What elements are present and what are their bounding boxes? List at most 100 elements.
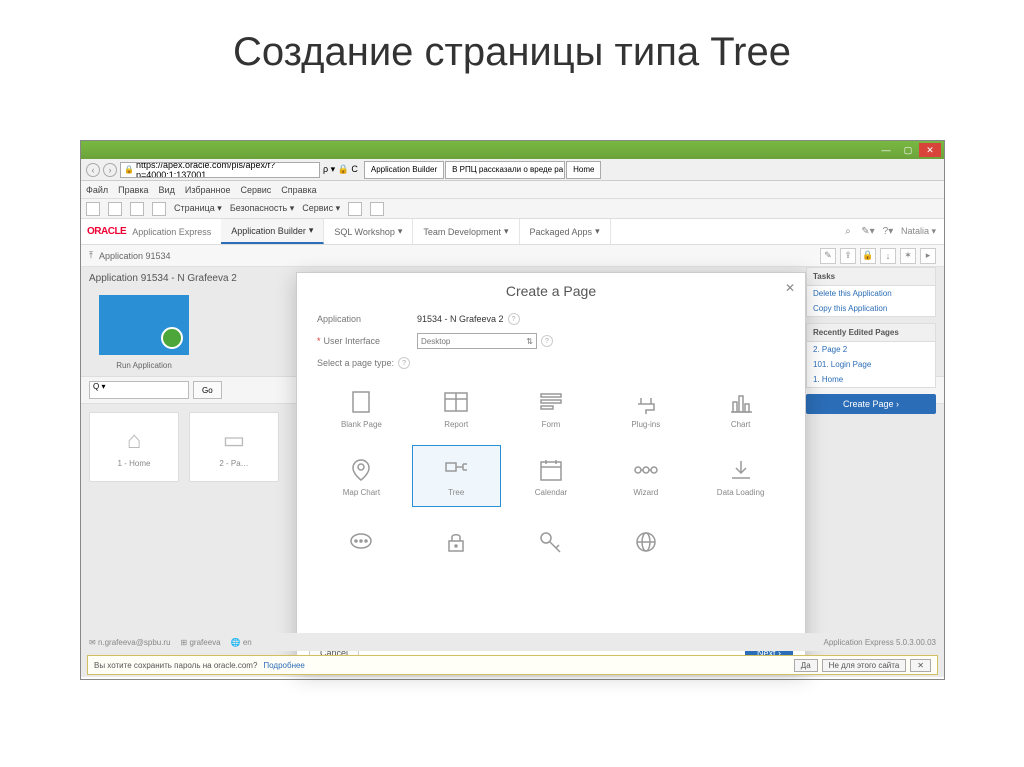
up-icon[interactable]: ⤒ <box>89 250 93 261</box>
create-page-button[interactable]: Create Page › <box>806 394 936 414</box>
toolbar-security[interactable]: Безопасность ▾ <box>230 203 294 214</box>
page-type-label: Data Loading <box>717 488 765 497</box>
feeds-icon[interactable] <box>108 202 122 216</box>
delete-application-link[interactable]: Delete this Application <box>807 286 935 301</box>
login-page-icon <box>441 528 471 556</box>
browser-tab[interactable]: Application Builder <box>364 161 444 179</box>
page-type-label: Tree <box>448 488 464 497</box>
close-button[interactable]: ✕ <box>919 143 941 157</box>
admin-icon[interactable]: ✎▾ <box>861 225 875 239</box>
prompt-no-button[interactable]: Не для этого сайта <box>822 659 907 672</box>
menu-help[interactable]: Справка <box>281 185 316 195</box>
page-type-calendar[interactable]: Calendar <box>507 445 596 507</box>
prompt-details-link[interactable]: Подробнее <box>263 661 305 670</box>
apex-footer: ✉ n.grafeeva@spbu.ru ⊞ grafeeva 🌐 en App… <box>81 633 944 651</box>
page-type-blank-page[interactable]: Blank Page <box>317 377 406 439</box>
recent-page-link[interactable]: 101. Login Page <box>807 357 935 372</box>
tab-sql-workshop[interactable]: SQL Workshop▾ <box>324 219 413 244</box>
page-type-data-loading[interactable]: Data Loading <box>696 445 785 507</box>
edit-icon[interactable]: ✎ <box>820 248 836 264</box>
mail-icon[interactable] <box>130 202 144 216</box>
map-chart-icon <box>346 456 376 484</box>
home-icon: ⌂ <box>127 427 142 455</box>
oracle-logo: ORACLE <box>81 226 132 237</box>
recent-page-link[interactable]: 1. Home <box>807 372 935 387</box>
page-type-map-chart[interactable]: Map Chart <box>317 445 406 507</box>
forward-button[interactable]: › <box>103 163 117 177</box>
breadcrumb-text[interactable]: Application 91534 <box>99 251 171 261</box>
help-icon[interactable]: ?▾ <box>881 225 895 239</box>
tasks-header: Tasks <box>807 268 935 286</box>
share-icon[interactable]: ⇪ <box>840 248 856 264</box>
page-type-feedback-page[interactable] <box>317 513 406 575</box>
minimize-button[interactable]: — <box>875 143 897 157</box>
recent-pages-header: Recently Edited Pages <box>807 324 935 342</box>
toolbar-extra-icon[interactable] <box>370 202 384 216</box>
page-card-2[interactable]: ▭ 2 - Pa… <box>189 412 279 482</box>
maximize-button[interactable]: ▢ <box>897 143 919 157</box>
menu-file[interactable]: Файл <box>86 185 108 195</box>
page-type-plug-ins[interactable]: Plug-ins <box>601 377 690 439</box>
dialog-title: Create a Page ✕ <box>297 273 805 309</box>
tab-app-builder[interactable]: Application Builder▾ <box>221 219 324 244</box>
tab-team-dev[interactable]: Team Development▾ <box>413 219 519 244</box>
url-input[interactable]: 🔒 https://apex.oracle.com/pls/apex/f?p=4… <box>120 162 320 178</box>
go-button[interactable]: Go <box>193 381 222 399</box>
menu-favorites[interactable]: Избранное <box>185 185 231 195</box>
browser-tab[interactable]: Home <box>566 161 601 179</box>
export-icon[interactable]: ↓ <box>880 248 896 264</box>
right-sidebar: Tasks Delete this Application Copy this … <box>806 267 936 414</box>
run-icon[interactable]: ▸ <box>920 248 936 264</box>
wizard-icon <box>631 456 661 484</box>
menu-tools[interactable]: Сервис <box>240 185 271 195</box>
application-value: 91534 - N Grafeeva 2 <box>417 314 504 324</box>
user-interface-select[interactable]: Desktop⇅ <box>417 333 537 349</box>
url-text: https://apex.oracle.com/pls/apex/f?p=400… <box>136 162 316 178</box>
page-type-label: Calendar <box>535 488 567 497</box>
search-icon[interactable]: ⌕ <box>841 225 855 239</box>
page-card-label: 2 - Pa… <box>219 459 248 468</box>
copy-application-link[interactable]: Copy this Application <box>807 301 935 316</box>
run-application-card[interactable]: Run Application <box>89 295 199 370</box>
page-type-global-page[interactable] <box>601 513 690 575</box>
search-hint: ρ ▾ 🔒 C <box>323 164 358 175</box>
menu-edit[interactable]: Правка <box>118 185 148 195</box>
user-menu[interactable]: Natalia ▾ <box>901 226 936 237</box>
tree-icon <box>441 456 471 484</box>
page-type-login-page[interactable] <box>412 513 501 575</box>
help-icon[interactable]: ? <box>541 335 553 347</box>
page-type-chart[interactable]: Chart <box>696 377 785 439</box>
lock-icon[interactable]: 🔒 <box>860 248 876 264</box>
print-icon[interactable] <box>152 202 166 216</box>
page-type-report[interactable]: Report <box>412 377 501 439</box>
home-icon[interactable] <box>86 202 100 216</box>
prompt-yes-button[interactable]: Да <box>794 659 818 672</box>
menu-view[interactable]: Вид <box>159 185 175 195</box>
application-label: Application <box>317 314 417 324</box>
select-page-type-label: Select a page type: <box>317 358 394 368</box>
tab-packaged-apps[interactable]: Packaged Apps▾ <box>520 219 611 244</box>
data-loading-icon <box>726 456 756 484</box>
page-type-wizard[interactable]: Wizard <box>601 445 690 507</box>
help-icon[interactable] <box>348 202 362 216</box>
page-icon: ▭ <box>223 426 246 455</box>
toolbar-service[interactable]: Сервис ▾ <box>302 203 340 214</box>
help-icon[interactable]: ? <box>508 313 520 325</box>
plug-ins-icon <box>631 388 661 416</box>
recent-page-link[interactable]: 2. Page 2 <box>807 342 935 357</box>
prompt-close-icon[interactable]: ✕ <box>910 659 931 672</box>
bug-icon[interactable]: ✶ <box>900 248 916 264</box>
page-card-home[interactable]: ⌂ 1 - Home <box>89 412 179 482</box>
page-type-label: Map Chart <box>343 488 380 497</box>
calendar-icon <box>536 456 566 484</box>
help-icon[interactable]: ? <box>398 357 410 369</box>
page-type-tree[interactable]: Tree <box>412 445 501 507</box>
page-type-form[interactable]: Form <box>507 377 596 439</box>
page-type-grid: Blank PageReportFormPlug-insChart Map Cha… <box>317 377 785 575</box>
page-type-access-control[interactable] <box>507 513 596 575</box>
back-button[interactable]: ‹ <box>86 163 100 177</box>
dialog-close-icon[interactable]: ✕ <box>785 281 795 295</box>
search-input[interactable]: Q ▾ <box>89 381 189 399</box>
browser-tab[interactable]: В РПЦ рассказали о вреде ра… <box>445 161 565 179</box>
toolbar-page[interactable]: Страница ▾ <box>174 203 222 214</box>
